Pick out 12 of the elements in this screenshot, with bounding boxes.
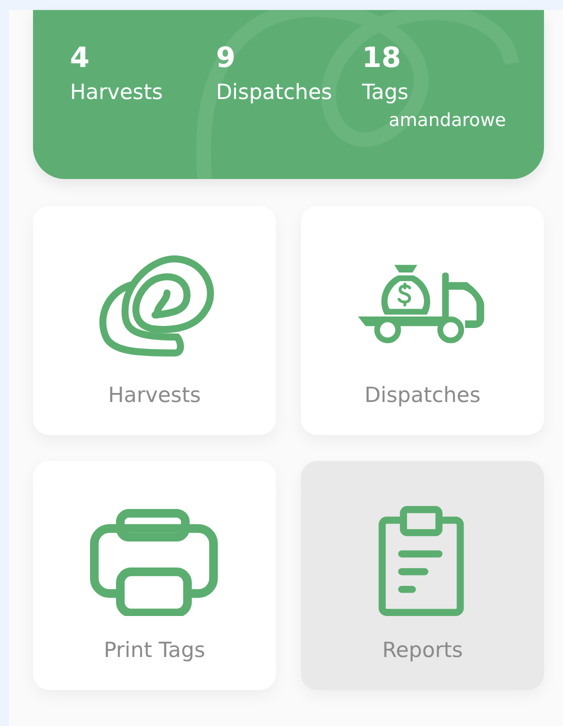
menu-tile[interactable]: Reports	[301, 461, 544, 690]
stat-value: 18	[362, 40, 402, 76]
stat-label: Tags	[362, 79, 410, 106]
stat-value: 9	[216, 40, 236, 76]
menu-tile[interactable]: Dispatches	[301, 206, 544, 435]
stat-label: Dispatches	[216, 79, 334, 106]
stat-label: Harvests	[70, 79, 164, 106]
menu-tile[interactable]: Print Tags	[33, 461, 276, 690]
printer-icon	[90, 506, 220, 616]
username: amandarowe	[388, 109, 506, 133]
menu-tile[interactable]: Harvests	[33, 206, 276, 435]
stat-value: 4	[70, 40, 90, 76]
